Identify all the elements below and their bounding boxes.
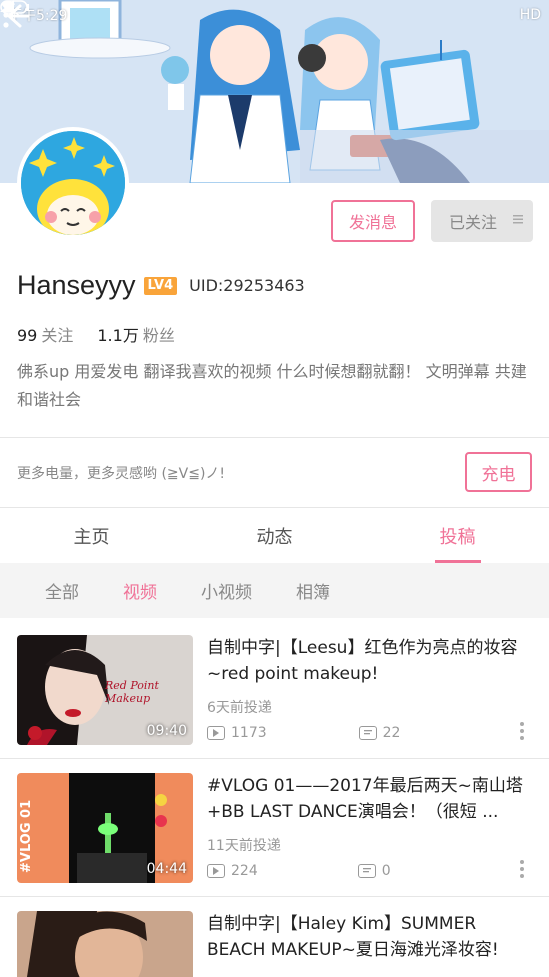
menu-icon [513,215,523,224]
video-submit-time: 11天前投递 [207,838,281,854]
avatar-image [21,131,125,235]
charge-button[interactable]: 充电 [465,452,532,492]
video-title: 自制中字|【Haley Kim】SUMMER BEACH MAKEUP~夏日海滩… [207,914,499,960]
name-row: Hanseyyy LV4 UID:29253463 [17,270,305,301]
tab-home[interactable]: 主页 [0,508,183,563]
video-stats: 224 0 [207,863,391,879]
uid-label: UID:29253463 [189,276,305,295]
play-icon [207,726,225,740]
profile-tabs: 主页 动态 投稿 [0,508,549,563]
video-thumbnail[interactable]: #VLOG 01 04:44 [17,773,193,883]
danmaku-count: 22 [382,725,401,741]
danmaku-icon [357,864,376,878]
followed-button[interactable]: 已关注 [431,200,533,242]
following-stat[interactable]: 99 关注 [17,322,73,346]
tab-dynamics[interactable]: 动态 [183,508,366,563]
following-count: 99 [17,326,38,345]
more-vertical-icon[interactable] [0,0,12,30]
video-thumbnail[interactable] [17,911,193,977]
danmaku-count: 0 [381,863,391,879]
thumbnail-caption: Red Point Makeup [105,679,159,705]
video-duration: 09:40 [146,723,187,739]
send-message-button[interactable]: 发消息 [331,200,415,242]
video-list-item[interactable]: 自制中字|【Haley Kim】SUMMER BEACH MAKEUP~夏日海滩… [0,911,549,977]
followed-label: 已关注 [449,213,498,232]
divider [0,758,549,759]
video-list-item[interactable]: Red Point Makeup 09:40 自制中字|【Leesu】红色作为亮… [0,635,549,772]
video-stats: 1173 22 [207,725,400,741]
play-count: 1173 [231,725,267,741]
level-badge: LV4 [143,276,178,295]
charge-text: 更多电量，更多灵感哟 (≧V≦)ノ! [17,466,226,482]
video-thumbnail[interactable]: Red Point Makeup 09:40 [17,635,193,745]
tab-dynamics-label: 动态 [256,526,293,548]
video-title: 自制中字|【Leesu】红色作为亮点的妆容~red point makeup! [207,638,518,684]
profile-stats: 99 关注 1.1万 粉丝 [17,322,175,346]
followers-label: 粉丝 [142,326,175,345]
video-title: #VLOG 01——2017年最后两天~南山塔+BB LAST DANCE演唱会… [207,776,523,822]
divider [0,896,549,897]
subtab-video[interactable]: 视频 [123,578,157,603]
tab-submissions[interactable]: 投稿 [366,508,549,563]
tab-home-label: 主页 [73,526,110,548]
video-more-icon[interactable] [519,859,525,879]
status-bar: 下午5:29 HD [0,0,549,30]
subtab-short-video[interactable]: 小视频 [201,578,252,603]
subtab-all[interactable]: 全部 [45,578,79,603]
video-submit-time: 6天前投递 [207,700,272,716]
followers-stat[interactable]: 1.1万 粉丝 [97,322,174,346]
play-count: 224 [231,863,258,879]
avatar[interactable] [17,127,129,239]
subtab-album[interactable]: 相簿 [296,578,330,603]
submission-subtabs: 全部 视频 小视频 相簿 [0,563,549,618]
thumbnail-image [17,911,193,977]
divider [0,437,549,438]
bio-text: 佛系up 用爱发电 翻译我喜欢的视频 什么时候想翻就翻！ 文明弹幕 共建和谐社会 [17,362,527,409]
video-duration: 04:44 [146,861,187,877]
following-label: 关注 [41,326,74,345]
network-label: HD [519,7,541,23]
danmaku-icon [358,726,377,740]
video-list-item[interactable]: #VLOG 01 04:44 #VLOG 01——2017年最后两天~南山塔+B… [0,773,549,910]
tab-submissions-label: 投稿 [439,526,476,548]
thumbnail-caption: #VLOG 01 [19,799,34,873]
video-more-icon[interactable] [519,721,525,741]
play-icon [207,864,225,878]
followers-count: 1.1万 [97,326,139,345]
username: Hanseyyy [17,270,136,300]
